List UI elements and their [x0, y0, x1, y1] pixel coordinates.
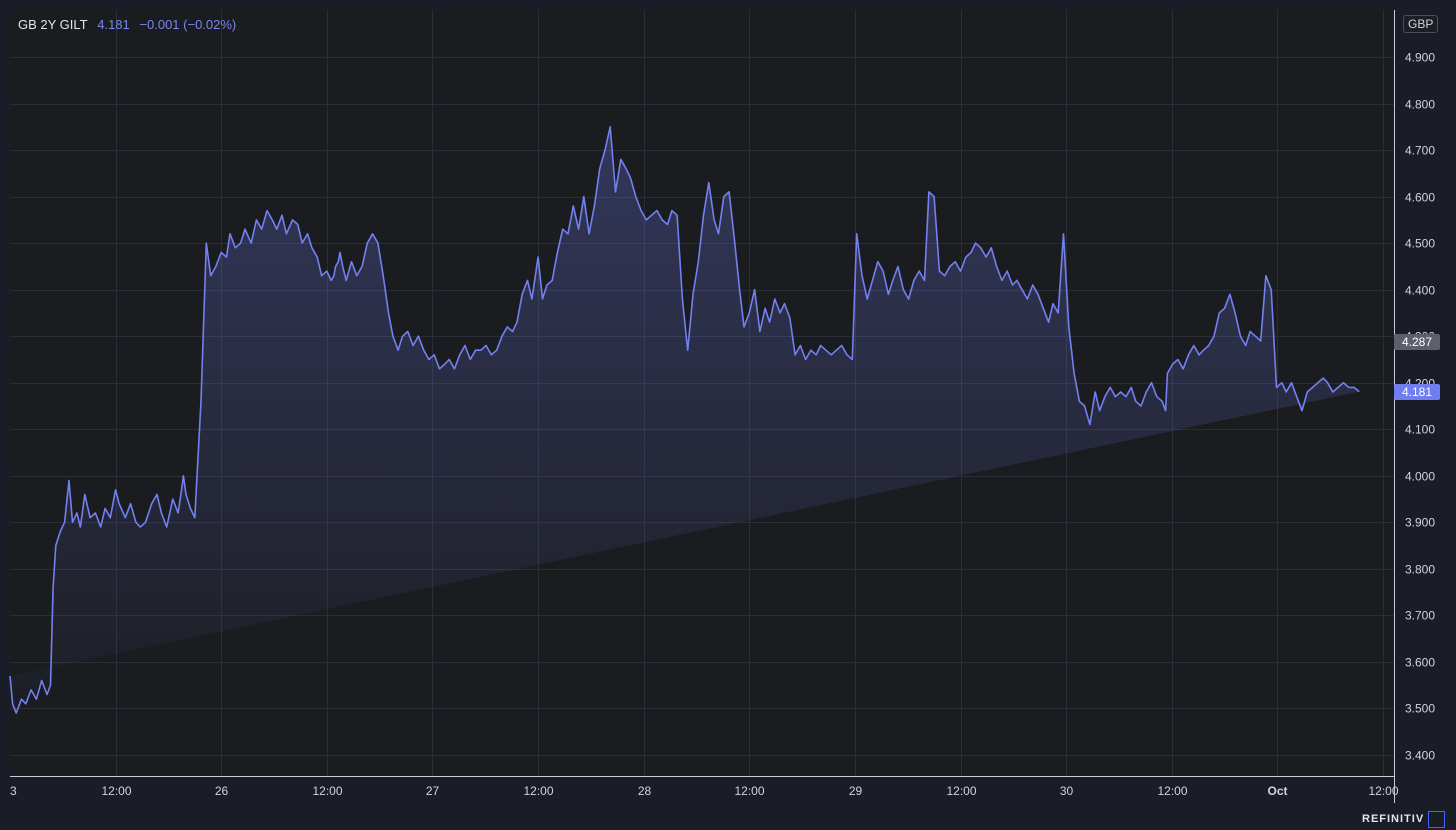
legend-change: −0.001 (−0.02%): [139, 17, 237, 32]
time-tick-label: 12:00: [312, 784, 342, 798]
time-tick-label: 30: [1060, 784, 1074, 798]
price-tick-label: 4.900: [1405, 51, 1435, 65]
time-tick-label: 3: [10, 784, 17, 798]
price-tick-label: 4.500: [1405, 237, 1435, 251]
chart: 3.400 3.500 3.600 3.700 3.800 3.900 4.000 4.100…: [0, 0, 1456, 830]
price-tick-label: 4.800: [1405, 98, 1435, 112]
price-tick-label: 4.700: [1405, 144, 1435, 158]
price-tick-label: 4.400: [1405, 284, 1435, 298]
price-axis[interactable]: 3.400 3.500 3.600 3.700 3.800 3.900 4.000 4.100…: [1405, 51, 1435, 763]
previous-close-tag: 4.287: [1394, 334, 1440, 350]
price-tick-label: 4.000: [1405, 470, 1435, 484]
series-legend: GB 2Y GILT 4.181 −0.001 (−0.02%): [18, 17, 236, 32]
price-tick-label: 3.800: [1405, 563, 1435, 577]
price-tick-label: 3.700: [1405, 609, 1435, 623]
price-tick-label: 3.600: [1405, 656, 1435, 670]
time-tick-label: 29: [849, 784, 863, 798]
price-tick-label: 4.100: [1405, 423, 1435, 437]
time-tick-label: 12:00: [523, 784, 553, 798]
price-tick-label: 3.400: [1405, 749, 1435, 763]
price-tick-label: 4.600: [1405, 191, 1435, 205]
legend-symbol: GB 2Y GILT: [18, 17, 88, 32]
time-tick-label: 12:00: [1368, 784, 1398, 798]
brand-wordmark: REFINITIV: [1362, 813, 1425, 825]
time-tick-label: 12:00: [1157, 784, 1187, 798]
time-tick-label: 26: [215, 784, 229, 798]
last-price-tag: 4.181: [1394, 384, 1440, 400]
time-tick-label: 12:00: [734, 784, 764, 798]
time-tick-label: 28: [638, 784, 652, 798]
time-axis[interactable]: 3 12:00 26 12:00 27 12:00 28 12:00 29 12:00 30 12:0…: [10, 784, 1399, 798]
time-tick-label: 12:00: [101, 784, 131, 798]
time-tick-label: 12:00: [946, 784, 976, 798]
legend-last-value: 4.181: [97, 17, 130, 32]
time-tick-label: Oct: [1267, 784, 1287, 798]
time-tick-label: 27: [426, 784, 440, 798]
chart-svg: 3.400 3.500 3.600 3.700 3.800 3.900 4.000 4.100…: [9, 10, 1435, 803]
price-tick-label: 3.900: [1405, 516, 1435, 530]
currency-badge[interactable]: GBP: [1403, 15, 1439, 33]
brand-logo-icon: [1428, 811, 1445, 828]
price-tick-label: 3.500: [1405, 702, 1435, 716]
